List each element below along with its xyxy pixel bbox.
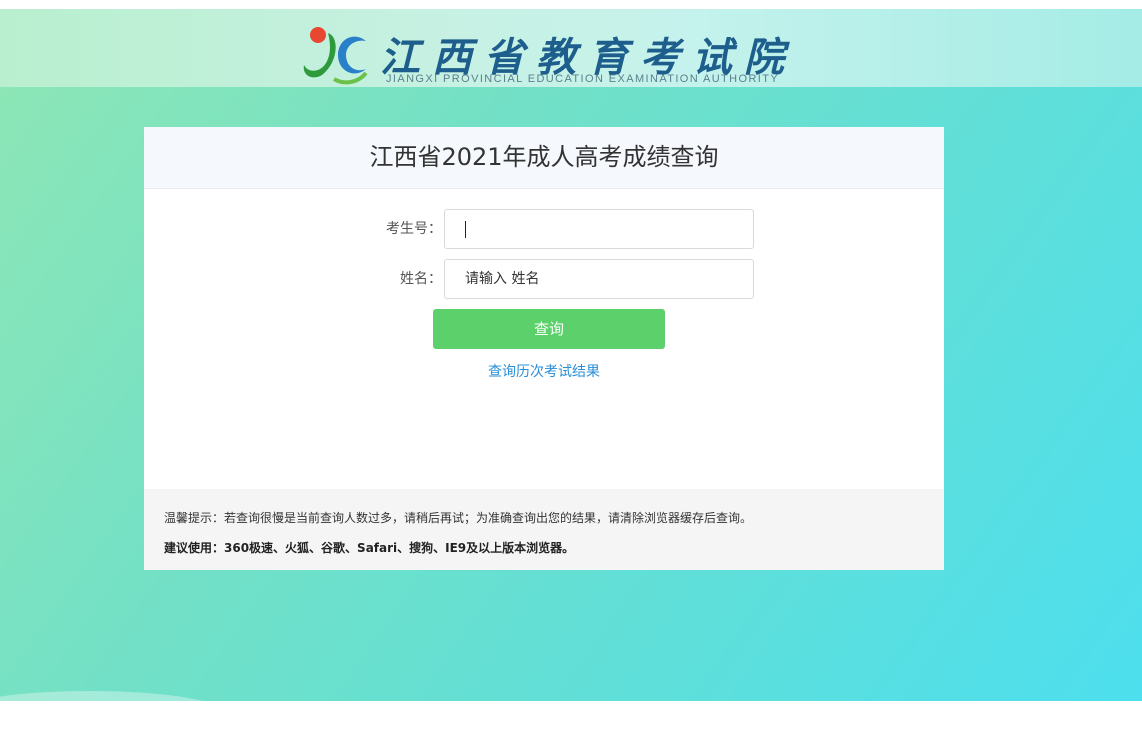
logo-english-title: JIANGXI PROVINCIAL EDUCATION EXAMINATION… — [386, 73, 780, 85]
page-title: 江西省2021年成人高考成绩查询 — [144, 127, 944, 189]
notice-panel: 温馨提示：若查询很慢是当前查询人数过多，请稍后再试；为准确查询出您的结果，请清除… — [144, 489, 944, 570]
decorative-wave — [0, 691, 220, 731]
top-strip — [0, 0, 1142, 9]
exam-no-field-box — [444, 209, 754, 249]
jc-logo-icon — [303, 27, 368, 85]
notice-browsers: 建议使用：360极速、火狐、谷歌、Safari、搜狗、IE9及以上版本浏览器。 — [164, 541, 575, 555]
query-button[interactable]: 查询 — [433, 309, 665, 349]
exam-no-input[interactable] — [445, 210, 753, 248]
site-header: 江西省教育考试院 JIANGXI PROVINCIAL EDUCATION EX… — [0, 9, 1142, 87]
exam-no-row: 考生号： — [144, 209, 944, 249]
name-field-box — [444, 259, 754, 299]
notice-tip: 温馨提示：若查询很慢是当前查询人数过多，请稍后再试；为准确查询出您的结果，请清除… — [164, 511, 753, 525]
name-label: 姓名： — [400, 271, 442, 287]
name-row: 姓名： — [144, 259, 944, 299]
site-logo: 江西省教育考试院 JIANGXI PROVINCIAL EDUCATION EX… — [298, 23, 798, 87]
exam-no-label: 考生号： — [386, 221, 442, 237]
history-results-link[interactable]: 查询历次考试结果 — [144, 361, 944, 381]
text-cursor — [465, 221, 466, 238]
name-input[interactable] — [445, 260, 753, 298]
query-card: 江西省2021年成人高考成绩查询 考生号： 姓名： 查询 查询历次考试结果 温馨… — [144, 127, 944, 570]
